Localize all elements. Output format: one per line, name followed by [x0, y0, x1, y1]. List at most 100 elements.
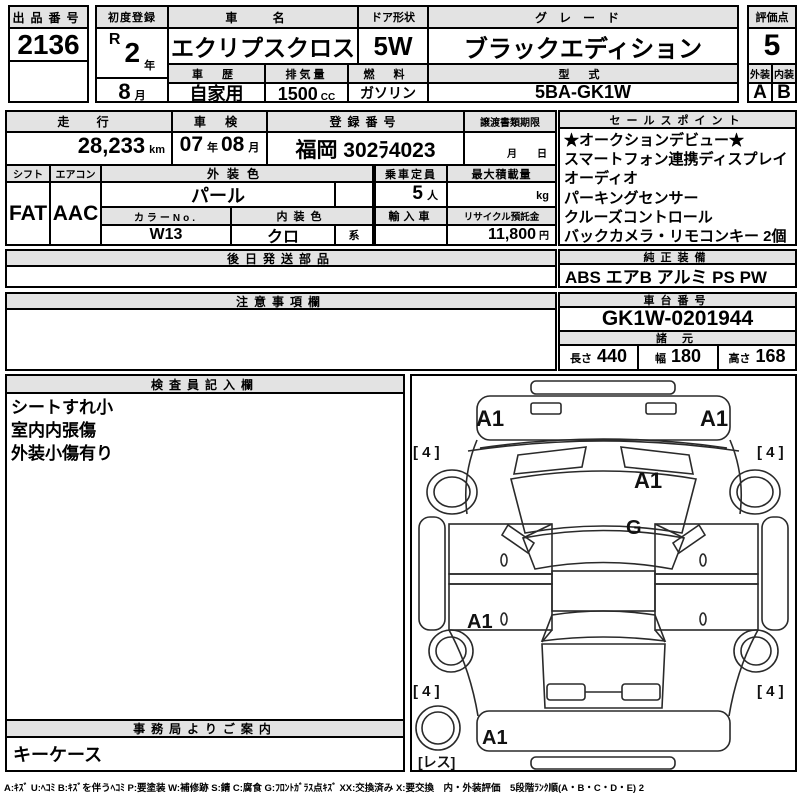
displacement-header: 排気量: [264, 63, 349, 84]
spec-length-label: 長さ: [570, 350, 592, 366]
door-shape-header: ドア形状: [357, 5, 429, 29]
exterior-grade-value: A: [747, 82, 773, 103]
interior-color-value: クロ: [230, 224, 336, 246]
damage-label-front-right: A1: [700, 406, 728, 431]
recycle-unit: 円: [539, 227, 549, 242]
spec-length-value: 440: [597, 346, 627, 367]
inspector-notes-header: 検査員記入欄: [5, 374, 405, 394]
fuel-value: ガソリン: [347, 82, 429, 103]
exterior-grade-header: 外装: [747, 63, 773, 84]
damage-label-left-door: A1: [467, 611, 493, 633]
mileage-value: 28,233 km: [5, 131, 173, 166]
tire-label-front-right: [ 4 ]: [757, 444, 784, 461]
aircon-value: AAC: [49, 181, 102, 246]
car-name-value: エクリプスクロス: [167, 27, 359, 65]
mileage-number: 28,233: [78, 133, 145, 159]
tire-label-rear-left: [ 4 ]: [413, 683, 440, 700]
chassis-number-value: GK1W-0201944: [558, 306, 797, 332]
oem-equipment-value: ABS エアB アルミ PS PW: [558, 263, 797, 288]
auction-number-blank-box: [8, 60, 89, 103]
displacement-value: 1500 CC: [264, 82, 349, 103]
auction-number-header: 出品番号: [8, 5, 89, 29]
sales-point-line: クルーズコントロール: [564, 208, 791, 227]
first-registration-header: 初度登録: [95, 5, 169, 29]
mileage-header: 走 行: [5, 110, 173, 133]
inspection-value: 07 年 08 月: [171, 131, 268, 166]
color-number-value: W13: [100, 224, 232, 246]
transfer-deadline-header: 譲渡書類期限: [463, 110, 557, 133]
sales-points-box: ★オークションデビュー★ スマートフォン連携ディスプレイ オーディオ パーキング…: [558, 127, 797, 246]
first-registration-year-value: R 2 年: [95, 27, 169, 79]
inspection-month: 08: [221, 133, 244, 157]
inspection-year-unit: 年: [207, 139, 218, 155]
era-letter: R: [109, 31, 121, 49]
roof-shape: [552, 571, 655, 611]
first-registration-month-value: 8 月: [95, 77, 169, 103]
right-rear-door-shape: [655, 584, 758, 630]
fuel-header: 燃 料: [347, 63, 429, 84]
reg-month-unit: 月: [135, 87, 146, 103]
spec-width-value: 180: [671, 346, 701, 367]
mileage-unit: km: [149, 144, 165, 156]
history-value: 自家用: [167, 82, 266, 103]
capacity-value: 5 人: [374, 181, 448, 208]
model-code-value: 5BA-GK1W: [427, 82, 739, 103]
history-header: 車 歴: [167, 63, 266, 84]
inspector-note-line: 室内内張傷: [11, 419, 399, 442]
reg-year-unit: 年: [144, 57, 155, 73]
shift-value: FAT: [5, 181, 51, 246]
transfer-day-unit: 日: [537, 145, 547, 160]
capacity-number: 5: [412, 183, 423, 205]
displacement-unit: CC: [321, 92, 335, 103]
spec-length: 長さ 440: [558, 344, 639, 371]
inspection-year: 07: [180, 133, 203, 157]
exterior-color-suffix-blank: [334, 181, 374, 208]
tire-label-front-left: [ 4 ]: [413, 444, 440, 461]
interior-grade-header: 内装: [771, 63, 797, 84]
car-name-header: 車 名: [167, 5, 359, 29]
damage-label-windshield: G: [626, 517, 642, 539]
inspector-note-line: シートすれ小: [11, 396, 399, 419]
color-number-header: カラーNo.: [100, 206, 232, 226]
interior-color-suffix: 系: [334, 224, 374, 246]
transfer-month-unit: 月: [507, 145, 517, 160]
import-car-header: 輸入車: [374, 206, 448, 226]
inspector-notes-box: シートすれ小 室内内張傷 外装小傷有り: [5, 392, 405, 721]
windshield-shape: [523, 531, 684, 570]
office-info-value: キーケース: [5, 736, 405, 772]
max-load-value: kg: [446, 181, 557, 208]
model-code-header: 型 式: [427, 63, 739, 84]
grade-value: ブラックエディション: [427, 27, 739, 65]
rear-bumper-shape: [477, 711, 730, 751]
front-plate-shape: [531, 381, 675, 394]
door-shape-value: 5W: [357, 27, 429, 65]
damage-label-hood: A1: [634, 468, 662, 493]
inspector-note-line: 外装小傷有り: [11, 442, 399, 465]
recycle-deposit-value: 11,800 円: [446, 224, 557, 246]
exterior-color-value: パール: [100, 181, 336, 208]
spec-width: 幅 180: [637, 344, 719, 371]
auction-sheet: { "header": { "auction_no": {"label": "出…: [0, 0, 800, 800]
damage-label-rear-bumper: A1: [482, 727, 508, 749]
rear-plate-shape: [531, 757, 675, 769]
sales-point-line: スマートフォン連携ディスプレイ: [564, 150, 791, 169]
left-rear-door-shape: [449, 584, 552, 630]
recycle-number: 11,800: [488, 226, 536, 244]
spare-tire-label: [レス]: [418, 754, 455, 770]
sales-point-line: バックカメラ・リモコンキー 2個: [564, 227, 791, 246]
car-top-view: A1 A1 A1 G [ 4 ] [ 4 ] A1 [ 4 ] [ 4 ] A1…: [412, 376, 795, 770]
score-header: 評価点: [747, 5, 797, 29]
capacity-unit: 人: [427, 187, 438, 203]
reg-month: 8: [118, 79, 130, 103]
auction-number-value: 2136: [8, 27, 89, 62]
sales-point-line: オーディオ: [564, 169, 791, 188]
interior-color-header: 内装色: [230, 206, 374, 226]
later-shipped-parts-value: [5, 265, 557, 288]
spec-width-label: 幅: [655, 350, 666, 366]
car-damage-diagram: A1 A1 A1 G [ 4 ] [ 4 ] A1 [ 4 ] [ 4 ] A1…: [410, 374, 797, 772]
transfer-deadline-value: 月 日: [463, 131, 557, 166]
reg-year: 2: [124, 37, 140, 69]
recycle-deposit-header: リサイクル預託金: [446, 206, 557, 226]
inspection-month-unit: 月: [248, 139, 259, 155]
cautions-value: [5, 308, 557, 371]
